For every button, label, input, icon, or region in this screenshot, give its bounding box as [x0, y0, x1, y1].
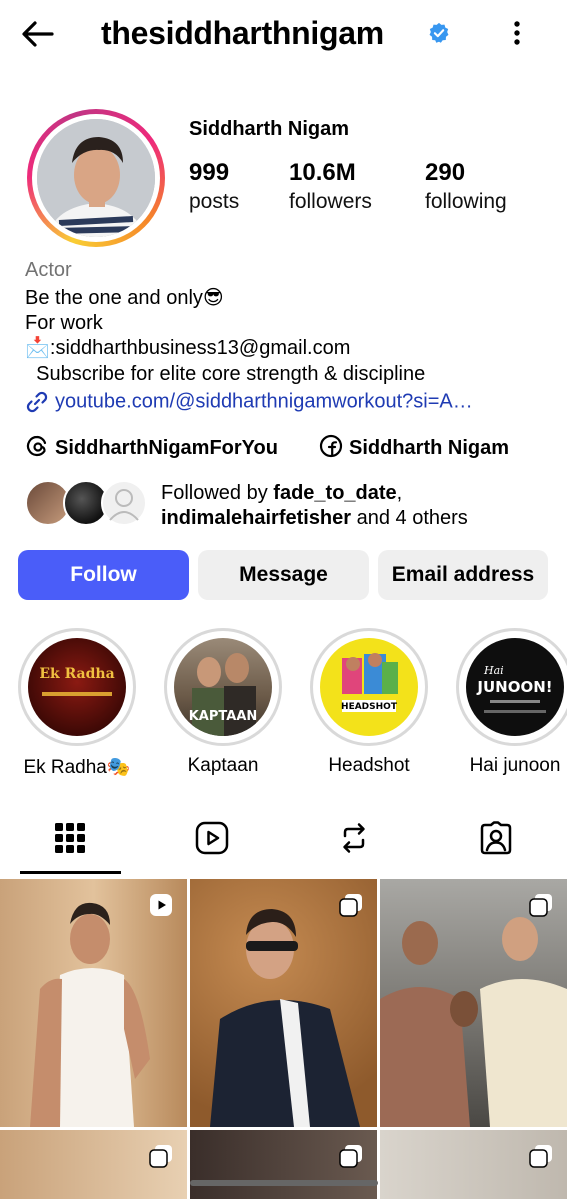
threads-link[interactable]: SiddharthNigamForYou [25, 434, 278, 460]
followed-by-user: indimalehairfetisher [161, 507, 352, 529]
profile-avatar[interactable] [27, 109, 165, 247]
highlight-cover-text: JUNOON! [476, 678, 552, 696]
link-icon [26, 391, 48, 413]
stat-followers[interactable]: 10.6M followers [289, 158, 372, 216]
highlight-cover: KAPTAAN [174, 638, 272, 736]
bio-external-link[interactable]: youtube.com/@siddharthnigamworkout?si=A… [25, 390, 473, 414]
highlight-label: Ek Radha🎭 [23, 757, 131, 778]
top-bar: thesiddharthnigam [0, 0, 567, 66]
highlight-hai-junoon[interactable]: Hai JUNOON! Hai junoon [456, 628, 567, 777]
highlight-label: Hai junoon [469, 755, 561, 776]
profile-username: thesiddharthnigam [101, 15, 384, 51]
facebook-label: Siddharth Nigam [349, 437, 510, 459]
back-arrow-icon[interactable] [18, 14, 58, 54]
profile-category: Actor [25, 259, 72, 281]
highlight-kaptaan[interactable]: KAPTAAN Kaptaan [164, 628, 282, 777]
post-tile[interactable] [380, 879, 567, 1127]
post-tile[interactable] [0, 1130, 187, 1199]
reels-icon [195, 821, 229, 855]
active-tab-indicator [20, 871, 121, 874]
stat-posts-label: posts [189, 190, 240, 213]
highlight-cover: HEADSHOT [320, 638, 418, 736]
stat-posts-value: 999 [189, 159, 230, 186]
stat-followers-value: 10.6M [289, 159, 356, 186]
followed-by-text[interactable]: Followed by fade_to_date, indimalehairfe… [161, 481, 468, 531]
bio-line: Subscribe for elite core strength & disc… [25, 363, 426, 385]
bio-line: Be the one and only😎 [25, 287, 224, 309]
facebook-icon [319, 434, 343, 458]
tagged-icon [480, 821, 512, 855]
more-vertical-icon[interactable] [505, 16, 529, 50]
tab-reposts[interactable] [324, 810, 384, 866]
copy-icon [339, 894, 362, 917]
threads-label: SiddharthNigamForYou [55, 437, 278, 459]
stat-following[interactable]: 290 following [425, 158, 507, 216]
stat-followers-label: followers [289, 190, 372, 213]
bio-line: 📩:siddharthbusiness13@gmail.com [25, 337, 351, 359]
followed-by-suffix: and 4 others [351, 507, 468, 529]
stat-posts[interactable]: 999 posts [189, 158, 239, 216]
highlight-cover: Hai JUNOON! [466, 638, 564, 736]
post-tile[interactable] [380, 1130, 567, 1199]
highlight-cover-text: KAPTAAN [189, 709, 258, 724]
verified-badge-icon [429, 22, 449, 43]
copy-icon [529, 1145, 552, 1168]
facebook-link[interactable]: Siddharth Nigam [319, 434, 509, 460]
post-tile[interactable] [190, 879, 377, 1127]
copy-icon [529, 894, 552, 917]
post-tile[interactable] [190, 1130, 377, 1199]
tab-posts-grid[interactable] [40, 810, 100, 866]
highlight-cover: Ek Radha [28, 638, 126, 736]
reel-icon [150, 894, 172, 916]
tab-reels[interactable] [182, 810, 242, 866]
link-text: youtube.com/@siddharthnigamworkout?si=A… [55, 390, 473, 413]
followed-by-user: fade_to_date [273, 482, 397, 504]
bio-line: For work [25, 312, 103, 334]
followed-by-separator: , [396, 482, 403, 504]
highlight-cover-subtext: Hai [483, 664, 504, 677]
copy-icon [149, 1145, 172, 1168]
threads-icon [26, 435, 47, 457]
reposts-icon [343, 823, 365, 853]
highlight-ek-radha[interactable]: Ek Radha Ek Radha🎭 [18, 628, 136, 779]
avatar [101, 480, 147, 526]
stat-following-value: 290 [425, 159, 466, 186]
tab-tagged[interactable] [466, 810, 526, 866]
grid-icon [55, 823, 85, 853]
highlight-label: Headshot [328, 755, 410, 776]
message-button[interactable]: Message [198, 550, 369, 600]
highlight-cover-text: Ek Radha [39, 666, 114, 682]
follow-button[interactable]: Follow [18, 550, 189, 600]
post-tile[interactable] [0, 879, 187, 1127]
copy-icon [339, 1145, 362, 1168]
highlight-headshot[interactable]: HEADSHOT Headshot [310, 628, 428, 777]
home-indicator[interactable] [190, 1180, 378, 1186]
followed-by-prefix: Followed by [161, 482, 274, 504]
stat-following-label: following [425, 190, 507, 213]
mutual-followers-avatars[interactable] [25, 480, 151, 528]
highlight-cover-text: HEADSHOT [341, 702, 398, 712]
highlight-label: Kaptaan [187, 755, 259, 776]
avatar-photo [37, 119, 155, 237]
profile-full-name: Siddharth Nigam [189, 118, 350, 140]
email-address-button[interactable]: Email address [378, 550, 548, 600]
